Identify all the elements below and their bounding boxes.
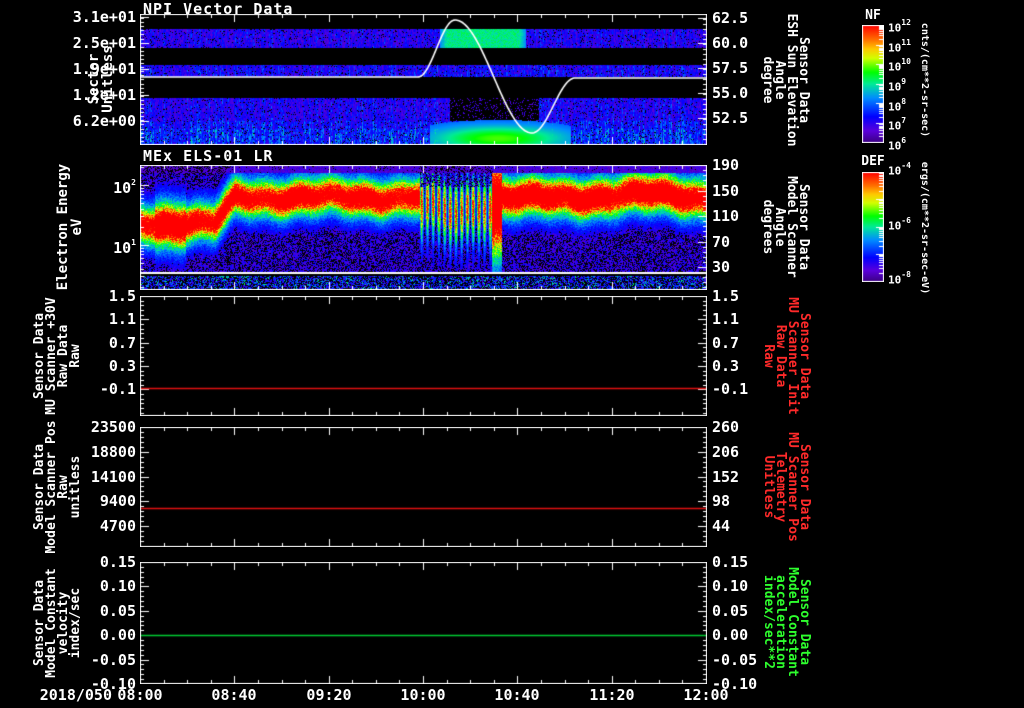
nf-colorbar-tick-0: 1012 (888, 18, 911, 35)
p0-left-tick-1: 2.5e+01 (72, 34, 136, 52)
p2-left-tick-1: 1.1 (108, 310, 136, 329)
els-spectrogram-canvas (140, 165, 707, 290)
nf-colorbar-tick-3: 109 (888, 77, 907, 94)
p3-left-tick-4: 4700 (99, 517, 136, 535)
p1-left-tick-1: 101 (113, 238, 136, 257)
nf-colorbar-tick-5: 107 (888, 116, 907, 133)
p2-left-tick-2: 0.7 (108, 333, 136, 352)
p2-right-tick-2: 0.7 (712, 333, 740, 352)
nf-colorbar-tick-6: 106 (888, 136, 907, 153)
p4-right-tick-2: 0.05 (712, 601, 749, 620)
nf-colorbar-tick-1: 1011 (888, 37, 911, 55)
x-axis-tick-4: 10:40 (494, 686, 540, 704)
p1-right-tick-3: 70 (712, 232, 731, 251)
p3-left-tick-3: 9400 (99, 492, 136, 511)
model-constant-plot-canvas (140, 562, 707, 684)
p3-right-tick-2: 152 (712, 467, 740, 486)
els-panel-title: MEx ELS-01 LR (143, 147, 274, 165)
p4-left-tick-0: 0.15 (99, 553, 136, 571)
p1-right-tick-4: 30 (712, 258, 731, 276)
p3-left-tick-0: 23500 (90, 418, 136, 436)
p2-right-tick-4: -0.1 (712, 380, 749, 399)
p1-right-tick-2: 110 (712, 207, 740, 225)
p2-left-tick-3: 0.3 (108, 356, 136, 375)
def-colorbar-canvas (862, 172, 884, 282)
def-colorbar-tick-1: 10-6 (888, 216, 911, 233)
mu-scanner-30v-plot-canvas (140, 296, 707, 416)
p2-left-tick-4: -0.1 (99, 380, 136, 399)
p2-right-tick-1: 1.1 (712, 310, 740, 329)
def-colorbar-tick-2: 10-8 (888, 270, 911, 287)
p0-left-tick-4: 6.2e+00 (72, 112, 136, 130)
p2-right-tick-3: 0.3 (712, 356, 740, 375)
p0-right-tick-0: 62.5 (712, 9, 749, 27)
x-axis-tick-3: 10:00 (400, 686, 446, 704)
nf-colorbar-canvas (862, 25, 884, 143)
x-axis-tick-5: 11:20 (589, 686, 635, 704)
x-axis-tick-0: 08:00 (117, 686, 163, 704)
p2-right-tick-0: 1.5 (712, 287, 740, 305)
p4-left-tick-1: 0.10 (99, 577, 136, 596)
p3-right-tick-4: 44 (712, 517, 731, 535)
def-colorbar-title: DEF (861, 154, 885, 169)
nf-colorbar-title: NF (865, 8, 881, 23)
p0-left-tick-2: 1.9e+01 (72, 60, 136, 78)
p3-left-tick-2: 14100 (90, 467, 136, 486)
p4-right-tick-0: 0.15 (712, 553, 749, 571)
p3-right-tick-0: 260 (712, 418, 740, 436)
p0-right-tick-4: 52.5 (712, 109, 749, 127)
p1-right-tick-0: 190 (712, 156, 740, 174)
plot-screen: NPI Vector Data MEx ELS-01 LR NF DEF Sec… (0, 0, 1024, 708)
p0-left-tick-0: 3.1e+01 (72, 8, 136, 26)
npi-right-axis-label: Sensor Data ESH Sun Elevation Angle degr… (760, 13, 811, 147)
p2-left-tick-0: 1.5 (108, 287, 136, 305)
p4-right-tick-3: 0.00 (712, 626, 749, 645)
p1-right-tick-1: 150 (712, 181, 740, 200)
nf-colorbar-tick-4: 108 (888, 96, 907, 114)
p4-right-tick-4: -0.05 (712, 650, 758, 669)
x-axis-tick-2: 09:20 (306, 686, 352, 704)
p4-left-tick-4: -0.05 (90, 650, 136, 669)
def-colorbar-tick-0: 10-4 (888, 161, 911, 178)
x-axis-tick-6: 12:00 (683, 686, 729, 704)
p0-left-tick-3: 1.2e+01 (72, 86, 136, 104)
p0-right-tick-1: 60.0 (712, 34, 749, 52)
p4-left-tick-2: 0.05 (99, 601, 136, 620)
model-scanner-pos-plot-canvas (140, 427, 707, 547)
p0-right-tick-3: 55.0 (712, 84, 749, 102)
nf-colorbar-tick-2: 1010 (888, 57, 911, 74)
x-axis-tick-1: 08:40 (211, 686, 257, 704)
p3-right-tick-1: 206 (712, 442, 740, 461)
p3-right-tick-3: 98 (712, 492, 731, 511)
p0-right-tick-2: 57.5 (712, 59, 749, 77)
p1-left-tick-0: 102 (113, 178, 136, 197)
p3-left-tick-1: 18800 (90, 442, 136, 461)
p4-left-tick-3: 0.00 (99, 626, 136, 645)
p4-right-tick-1: 0.10 (712, 577, 749, 596)
npi-spectrogram-canvas (140, 14, 707, 145)
